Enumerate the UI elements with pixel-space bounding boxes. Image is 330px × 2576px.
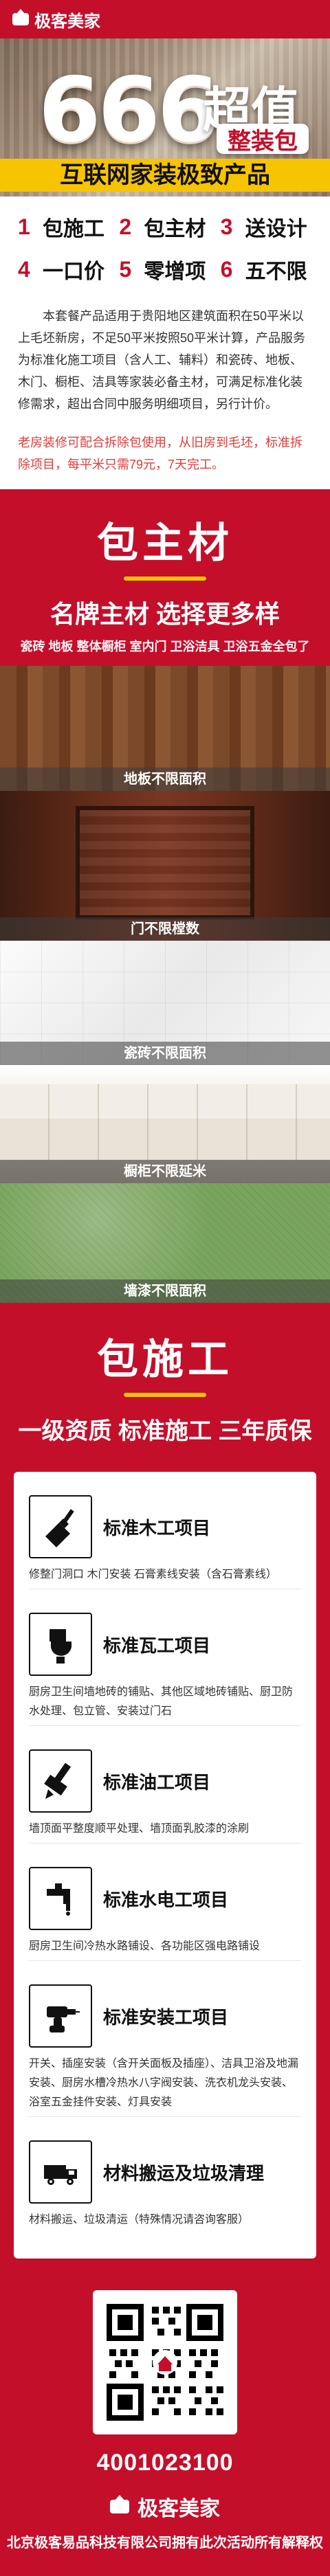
item-title: 标准安装工项目 — [103, 2006, 229, 2028]
drill-icon — [29, 1984, 92, 2048]
materials-subtitle: 名牌主材 选择更多样 — [50, 600, 280, 628]
feature-item: 3 送设计 — [221, 212, 312, 242]
house-logo-icon — [110, 2495, 129, 2513]
construction-item: 标准瓦工项目 厨房卫生间墙地砖的铺贴、其他区域地砖铺贴、厨卫防水处理、包立管、安… — [29, 1602, 301, 1738]
construction-item: 材料搬运及垃圾清理 材料搬运、垃圾清运（特殊情况请咨询客服） — [29, 2129, 301, 2242]
item-description: 墙顶面平整度顺平处理、墙顶面乳胶漆的涂刷 — [29, 1823, 250, 1835]
hero-banner: 666 超值 整装包 互联网家装极致产品 — [0, 38, 330, 197]
footer: 4001023100 极客美家 北京极客易品科技有限公司拥有此次活动所有解释权 — [0, 2276, 330, 2576]
materials-header: 包主材 名牌主材 选择更多样 瓷砖 地板 整体橱柜 室内门 卫浴洁具 卫浴五金全… — [0, 489, 330, 666]
feature-number: 2 — [119, 214, 132, 239]
note-paragraph: 老房装修可配合拆除包使用，从旧房到毛坯，标准拆除项目，每平米只需79元，7天完工… — [18, 436, 302, 471]
title-underline — [124, 576, 206, 581]
item-description: 材料搬运、垃圾清运（特殊情况请咨询客服） — [29, 2214, 250, 2226]
footer-brand-name: 极客美家 — [138, 2498, 220, 2520]
brand-logo[interactable]: 极客美家 — [12, 8, 100, 32]
construction-title: 包施工 — [97, 1336, 233, 1382]
feature-label: 包主材 — [144, 218, 206, 240]
intro-paragraph: 本套餐产品适用于贵阳地区建筑面积在50平米以上毛坯新房，不足50平米按照50平米… — [18, 309, 306, 411]
construction-header: 包施工 一级资质 标准施工 三年质保 — [0, 1303, 330, 1459]
item-header: 材料搬运及垃圾清理 — [29, 2140, 301, 2204]
photo-caption: 门不限樘数 — [0, 917, 330, 941]
feature-item: 2 包主材 — [119, 212, 210, 242]
feature-label: 五不限 — [245, 260, 307, 283]
feature-label: 包施工 — [43, 218, 104, 240]
hero-number: 666 — [38, 58, 219, 162]
trowel-icon — [29, 1495, 92, 1558]
construction-item: 标准油工项目 墙顶面平整度顺平处理、墙顶面乳胶漆的涂刷 — [29, 1738, 301, 1856]
feature-grid: 1 包施工 2 包主材 3 送设计 4 一口价 5 零增项 6 五不限 — [18, 212, 312, 284]
item-divider — [29, 1725, 301, 1726]
feature-number: 3 — [220, 214, 233, 239]
feature-item: 1 包施工 — [18, 212, 109, 242]
item-divider — [29, 2116, 301, 2117]
photo-wall-paint: 墙漆不限面积 — [0, 1183, 330, 1303]
faucet-icon — [29, 1867, 92, 1930]
feature-number: 4 — [18, 256, 30, 282]
brand-name: 极客美家 — [34, 12, 100, 31]
feature-label: 零增项 — [144, 260, 206, 283]
copyright-text: 北京极客易品科技有限公司拥有此次活动所有解释权 — [7, 2535, 323, 2551]
item-title: 标准瓦工项目 — [103, 1635, 211, 1656]
photo-caption: 橱柜不限延米 — [0, 1160, 330, 1183]
item-description: 修整门洞口 木门安装 石膏素线安装（含石膏素线） — [29, 1569, 277, 1580]
photo-cabinets: 橱柜不限延米 — [0, 1065, 330, 1183]
item-title: 材料搬运及垃圾清理 — [103, 2162, 265, 2184]
feature-item: 5 零增项 — [119, 254, 210, 284]
item-title: 标准油工项目 — [103, 1771, 211, 1793]
toilet-icon — [29, 1613, 92, 1676]
photo-caption: 墙漆不限面积 — [0, 1279, 330, 1303]
photo-doors: 门不限樘数 — [0, 791, 330, 941]
feature-number: 1 — [18, 214, 30, 239]
construction-subtitle: 一级资质 标准施工 三年质保 — [18, 1418, 312, 1444]
item-header: 标准水电工项目 — [29, 1867, 301, 1930]
qr-code[interactable] — [93, 2290, 237, 2434]
item-description: 厨房卫生间墙地砖的铺贴、其他区域地砖铺贴、厨卫防水处理、包立管、安装过门石 — [29, 1686, 294, 1717]
item-title: 标准木工项目 — [103, 1517, 211, 1538]
photo-caption: 地板不限面积 — [0, 768, 330, 791]
item-divider — [29, 1843, 301, 1844]
materials-title: 包主材 — [97, 520, 233, 566]
feature-label: 送设计 — [245, 218, 307, 240]
phone-number[interactable]: 4001023100 — [0, 2450, 330, 2476]
top-bar: 极客美家 — [0, 0, 330, 38]
feature-number: 5 — [119, 256, 132, 282]
construction-item: 标准水电工项目 厨房卫生间冷热水路铺设、各功能区强电路铺设 — [29, 1856, 301, 1973]
construction-item: 标准木工项目 修整门洞口 木门安装 石膏素线安装（含石膏素线） — [29, 1484, 301, 1602]
photo-flooring: 地板不限面积 — [0, 666, 330, 791]
materials-list: 瓷砖 地板 整体橱柜 室内门 卫浴洁具 卫浴五金全包了 — [20, 640, 310, 653]
house-logo-icon — [12, 9, 29, 25]
construction-item: 标准安装工项目 开关、插座安装（含开关面板及插座）、洁具卫浴及地漏安装、厨房水槽… — [29, 1973, 301, 2129]
construction-cards: 标准木工项目 修整门洞口 木门安装 石膏素线安装（含石膏素线） 标准瓦工项目 厨… — [0, 1459, 330, 2276]
item-title: 标准水电工项目 — [103, 1889, 229, 1910]
construction-card: 标准木工项目 修整门洞口 木门安装 石膏素线安装（含石膏素线） 标准瓦工项目 厨… — [14, 1472, 316, 2259]
feature-summary: 1 包施工 2 包主材 3 送设计 4 一口价 5 零增项 6 五不限 本套餐产… — [0, 197, 330, 489]
item-header: 标准油工项目 — [29, 1749, 301, 1813]
item-header: 标准瓦工项目 — [29, 1613, 301, 1676]
paint-brush-icon — [29, 1749, 92, 1813]
item-description: 开关、插座安装（含开关面板及插座）、洁具卫浴及地漏安装、厨房水槽冷热水八字阀安装… — [29, 2058, 299, 2108]
footer-brand: 极客美家 — [0, 2491, 330, 2522]
hero-pack-badge: 整装包 — [217, 124, 309, 155]
hero-subtitle: 互联网家装极致产品 — [0, 159, 330, 192]
item-divider — [29, 1960, 301, 1961]
item-header: 标准木工项目 — [29, 1495, 301, 1558]
feature-label: 一口价 — [43, 260, 104, 283]
item-header: 标准安装工项目 — [29, 1984, 301, 2048]
feature-number: 6 — [220, 256, 233, 282]
title-underline — [124, 1393, 206, 1397]
truck-icon — [29, 2140, 92, 2204]
feature-item: 4 一口价 — [18, 254, 109, 284]
feature-item: 6 五不限 — [221, 254, 312, 284]
photo-caption: 瓷砖不限面积 — [0, 1042, 330, 1065]
photo-tiles: 瓷砖不限面积 — [0, 941, 330, 1065]
item-description: 厨房卫生间冷热水路铺设、各功能区强电路铺设 — [29, 1940, 261, 1952]
